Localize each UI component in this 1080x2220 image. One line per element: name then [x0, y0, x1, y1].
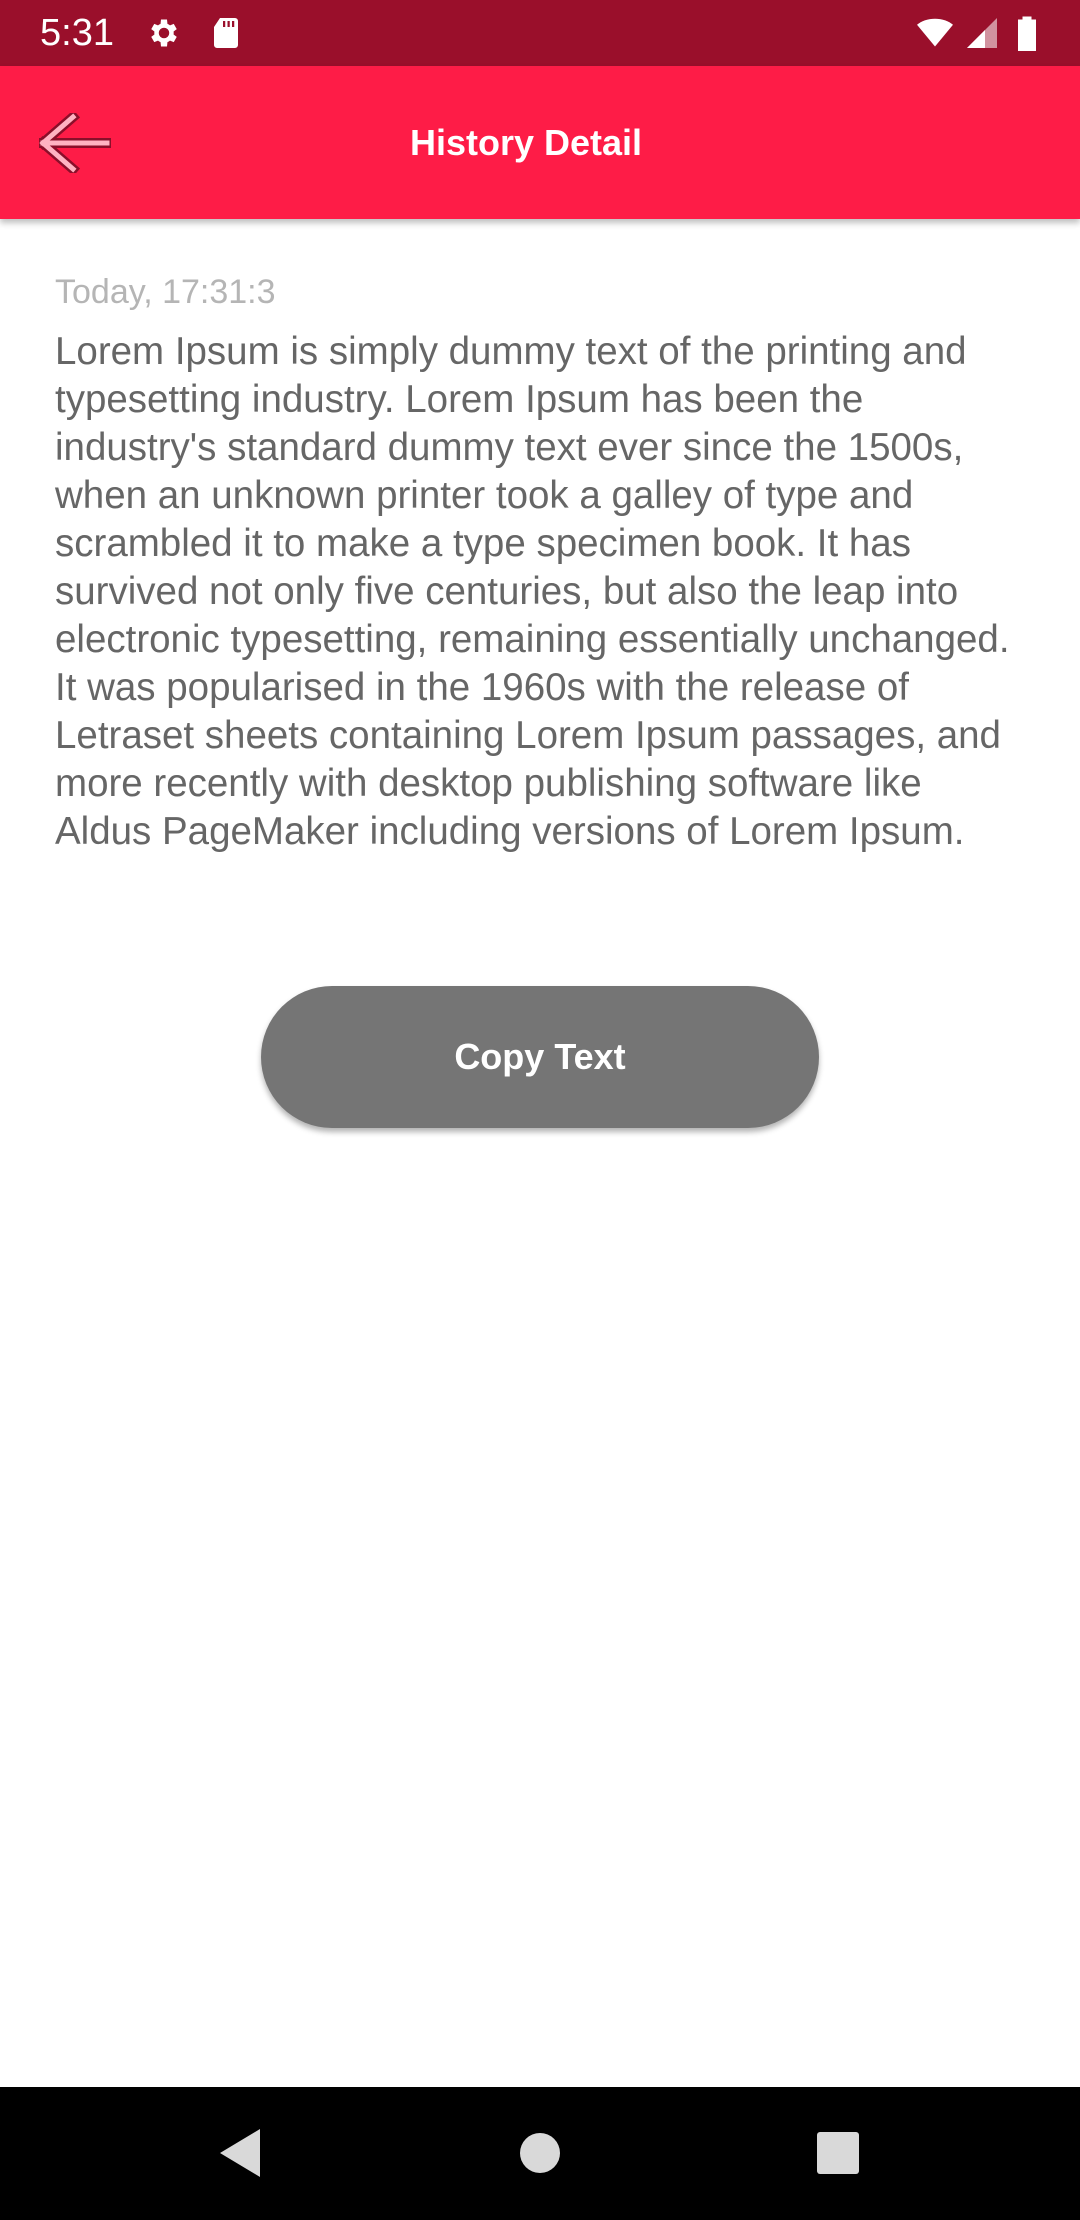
gear-icon	[146, 15, 182, 51]
screen: 5:31 History Detail Today, 17:31:3 Lorem…	[0, 0, 1080, 2220]
status-time: 5:31	[40, 12, 114, 54]
back-triangle-icon	[220, 2129, 260, 2177]
nav-back-button[interactable]	[210, 2123, 270, 2183]
copy-text-button[interactable]: Copy Text	[261, 986, 819, 1128]
app-bar: History Detail	[0, 66, 1080, 219]
nav-home-button[interactable]	[510, 2123, 570, 2183]
nav-recents-button[interactable]	[808, 2123, 868, 2183]
page-title: History Detail	[409, 122, 643, 163]
recents-square-icon	[817, 2132, 859, 2174]
wifi-icon	[914, 15, 956, 51]
signal-icon	[964, 15, 1000, 51]
sd-card-icon	[208, 15, 244, 51]
home-circle-icon	[520, 2133, 560, 2173]
status-bar: 5:31	[0, 0, 1080, 66]
system-nav-bar	[0, 2087, 1080, 2220]
history-detail-content: Today, 17:31:3 Lorem Ipsum is simply dum…	[55, 266, 1025, 856]
history-text[interactable]: Lorem Ipsum is simply dummy text of the …	[55, 328, 1025, 856]
battery-icon	[1012, 15, 1042, 51]
history-timestamp: Today, 17:31:3	[55, 273, 276, 311]
